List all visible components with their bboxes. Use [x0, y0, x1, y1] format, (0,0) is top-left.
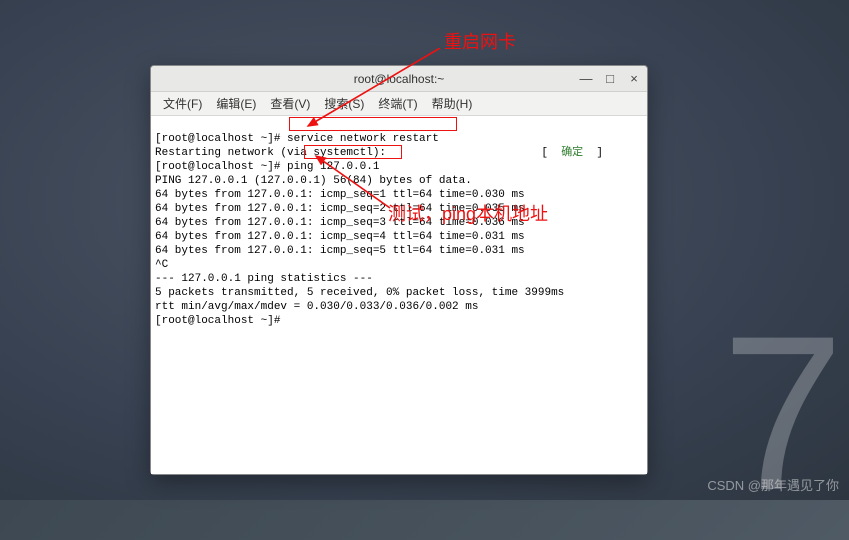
menu-search[interactable]: 搜索(S)	[318, 93, 370, 114]
output-line: Restarting network (via systemctl):	[155, 147, 386, 159]
output-line: ^C	[155, 259, 168, 271]
close-button[interactable]: ×	[627, 71, 641, 86]
menubar: 文件(F) 编辑(E) 查看(V) 搜索(S) 终端(T) 帮助(H)	[151, 92, 647, 116]
output-line: 64 bytes from 127.0.0.1: icmp_seq=3 ttl=…	[155, 217, 525, 229]
window-controls: — □ ×	[579, 66, 641, 91]
window-titlebar[interactable]: root@localhost:~ — □ ×	[151, 66, 647, 92]
maximize-button[interactable]: □	[603, 71, 617, 86]
cmd-ping: ping 127.0.0.1	[287, 161, 379, 173]
window-title: root@localhost:~	[354, 72, 445, 86]
output-line: 5 packets transmitted, 5 received, 0% pa…	[155, 287, 564, 299]
menu-terminal[interactable]: 终端(T)	[372, 93, 423, 114]
csdn-watermark: CSDN @那年遇见了你	[707, 475, 839, 494]
output-line: 64 bytes from 127.0.0.1: icmp_seq=4 ttl=…	[155, 231, 525, 243]
prompt: [root@localhost ~]#	[155, 133, 287, 145]
output-line: 64 bytes from 127.0.0.1: icmp_seq=2 ttl=…	[155, 203, 525, 215]
annotation-box-service	[289, 117, 457, 131]
menu-help[interactable]: 帮助(H)	[426, 93, 479, 114]
menu-file[interactable]: 文件(F)	[157, 93, 208, 114]
output-line: rtt min/avg/max/mdev = 0.030/0.033/0.036…	[155, 301, 478, 313]
terminal-body[interactable]: [root@localhost ~]# service network rest…	[151, 116, 647, 474]
output-line: --- 127.0.0.1 ping statistics ---	[155, 273, 373, 285]
terminal-window: root@localhost:~ — □ × 文件(F) 编辑(E) 查看(V)…	[150, 65, 648, 475]
status-ok: 确定	[561, 147, 583, 159]
menu-edit[interactable]: 编辑(E)	[210, 93, 262, 114]
output-line: 64 bytes from 127.0.0.1: icmp_seq=5 ttl=…	[155, 245, 525, 257]
prompt: [root@localhost ~]#	[155, 315, 287, 327]
cmd-service-restart: service network restart	[287, 133, 439, 145]
minimize-button[interactable]: —	[579, 71, 593, 86]
output-line: PING 127.0.0.1 (127.0.0.1) 56(84) bytes …	[155, 175, 472, 187]
output-line: 64 bytes from 127.0.0.1: icmp_seq=1 ttl=…	[155, 189, 525, 201]
menu-view[interactable]: 查看(V)	[264, 93, 316, 114]
desktop-version-glyph: 7	[722, 287, 844, 540]
prompt: [root@localhost ~]#	[155, 161, 287, 173]
